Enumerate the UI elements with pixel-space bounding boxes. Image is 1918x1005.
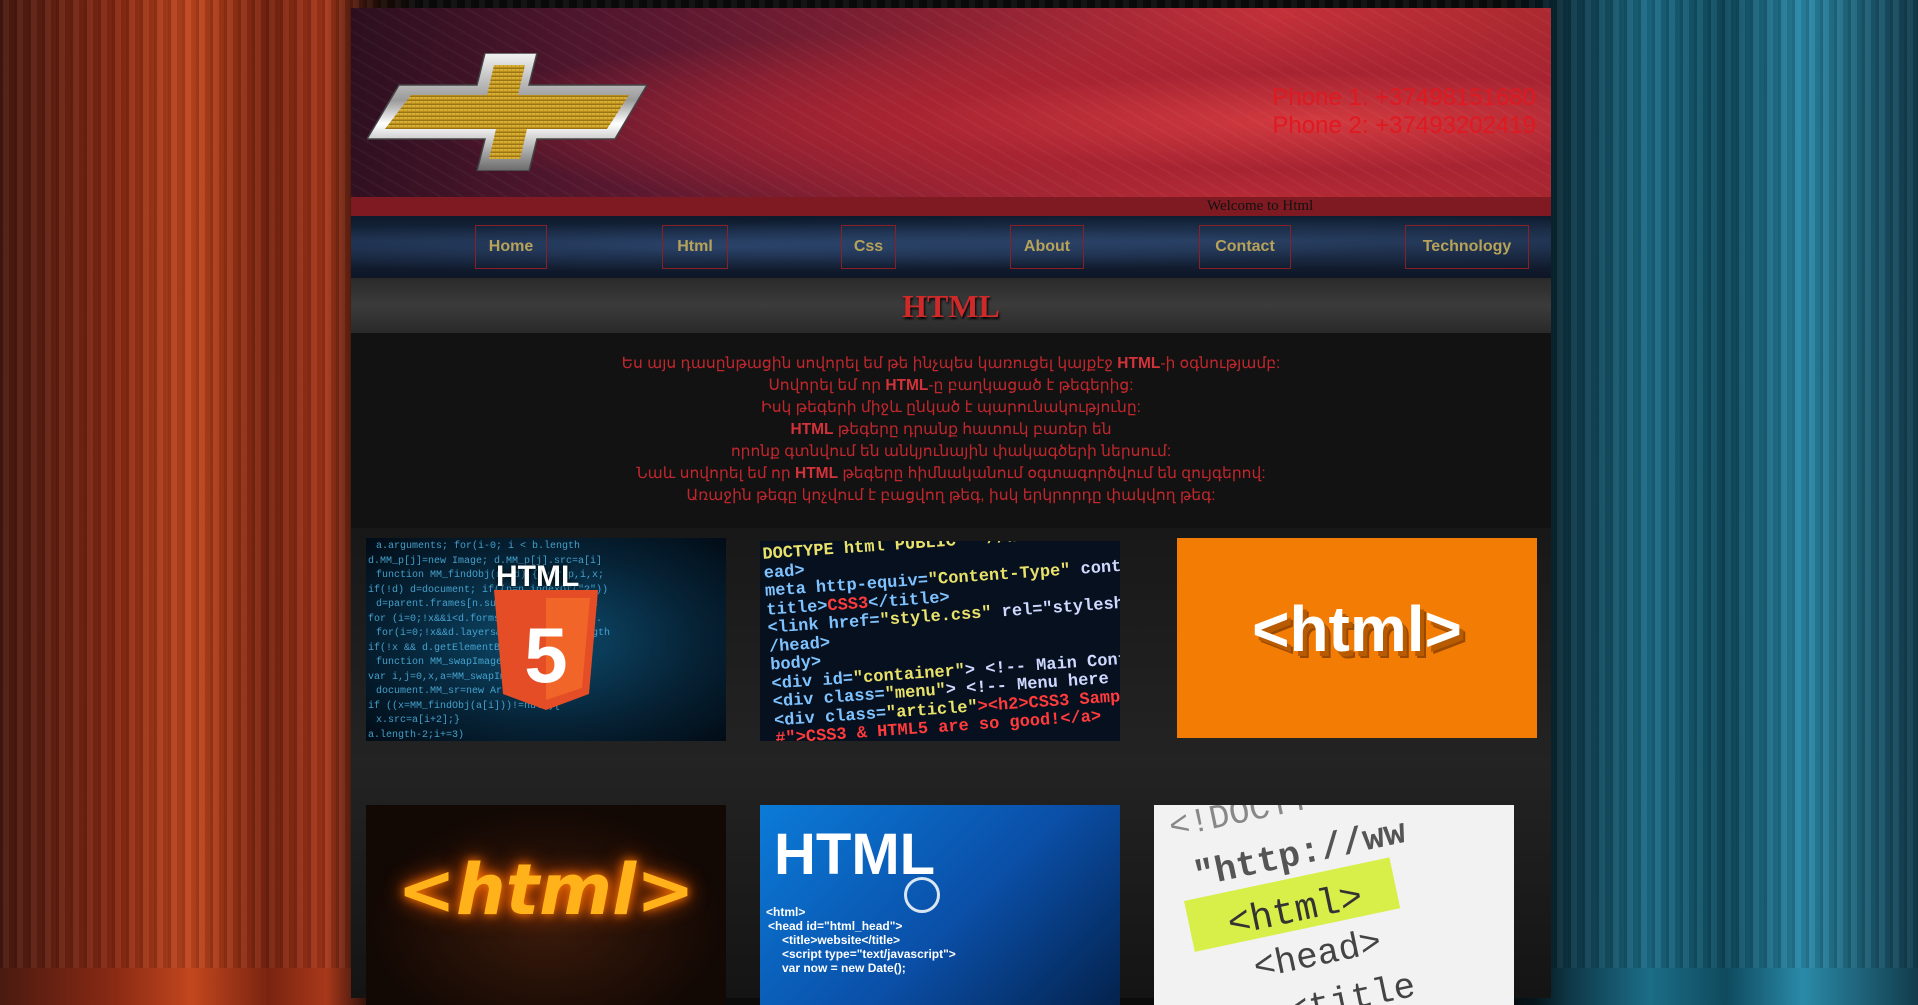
title-band: HTML	[351, 278, 1551, 333]
nav-html[interactable]: Html	[662, 225, 728, 269]
code-line: <head id="html_head">	[768, 919, 903, 933]
code-line: a.length-2;i+=3)	[368, 729, 465, 741]
code-snippet: DOCTYPE html PUBLIC "-//W3C//DTD XHTML 1…	[760, 541, 1120, 741]
svg-text:5: 5	[524, 611, 567, 699]
code-line: a.arguments; for(i-0; i < b.length	[376, 541, 581, 552]
code-line: <html>	[766, 905, 806, 919]
intro-line: Առաջին թեգը կոչվում է բացվող թեգ, իսկ եր…	[686, 487, 1216, 504]
page-title: HTML	[902, 288, 1000, 324]
code-line: x.src=a[i+2];}	[376, 715, 461, 726]
code-snippet: <html> <head id="html_head"> <title>websit…	[766, 905, 956, 975]
html5-label: HTML	[496, 560, 580, 593]
phone-2: Phone 2: +37493202419	[1272, 112, 1536, 139]
nav-home[interactable]: Home	[475, 225, 547, 269]
code-line: <title>website</title>	[782, 933, 901, 947]
gallery-image-html-orange: <html>	[1177, 538, 1537, 738]
nav-css[interactable]: Css	[841, 225, 896, 269]
html5-shield-icon: 5	[494, 590, 598, 710]
intro-line: Ես այս դասընթացին սովորել եմ թե ինչպես կ…	[621, 355, 1281, 372]
gallery-image-html5-code: a.arguments; for(i-0; i < b.length d.MM_p…	[366, 538, 726, 741]
code-token: rel="stylesheet" ty	[1001, 590, 1120, 623]
image-gallery: a.arguments; for(i-0; i < b.length d.MM_p…	[351, 528, 1551, 1005]
intro-line: Նաև սովորել եմ որ HTML թեգերը հիմնականու…	[636, 465, 1266, 482]
intro-line: Իսկ թեգերի միջև ընկած է պարունակությունը…	[761, 399, 1141, 416]
html-heading-text: HTML	[774, 822, 936, 887]
chevrolet-bowtie-logo	[367, 53, 647, 171]
gallery-image-html-neon: <html>	[366, 805, 726, 1005]
site-header: Phone 1: +37498151680 Phone 2: +37493202…	[351, 8, 1551, 197]
html-tag-text: <html>	[1252, 593, 1462, 665]
welcome-text: Welcome to Html	[1207, 198, 1314, 214]
gallery-image-doctype: <!DOCTY "http://ww <html> <head> <title	[1154, 805, 1514, 1005]
nav-contact[interactable]: Contact	[1199, 225, 1291, 269]
phone-1: Phone 1: +37498151680	[1272, 84, 1536, 111]
contact-phones: Phone 1: +37498151680 Phone 2: +37493202…	[1272, 84, 1536, 140]
welcome-marquee: Welcome to Html	[351, 197, 1551, 216]
gallery-image-html-touch: HTML <html> <head id="html_head"> <title>w…	[760, 805, 1120, 1005]
site-container: Phone 1: +37498151680 Phone 2: +37493202…	[351, 8, 1551, 1005]
gallery-image-xhtml-code: DOCTYPE html PUBLIC "-//W3C//DTD XHTML 1…	[760, 541, 1120, 741]
intro-line: Սովորել եմ որ HTML-ը բաղկացած է թեգերից:	[768, 377, 1134, 394]
code-token: "Content-Type"	[927, 561, 1072, 591]
code-token: content="	[1079, 554, 1120, 580]
nav-about[interactable]: About	[1010, 225, 1084, 269]
main-navigation: Home Html Css About Contact Technology	[351, 216, 1551, 278]
code-line: var now = new Date();	[782, 961, 906, 975]
intro-line: որոնք գտնվում են անկյունային փակագծերի ն…	[730, 443, 1172, 460]
nav-technology[interactable]: Technology	[1405, 225, 1529, 269]
intro-text: Ես այս դասընթացին սովորել եմ թե ինչպես կ…	[351, 333, 1551, 528]
intro-line: HTML թեգերը դրանք հատուկ բառեր են	[790, 421, 1112, 438]
neon-html-text: <html>	[397, 849, 695, 931]
code-line: <script type="text/javascript">	[782, 947, 956, 961]
